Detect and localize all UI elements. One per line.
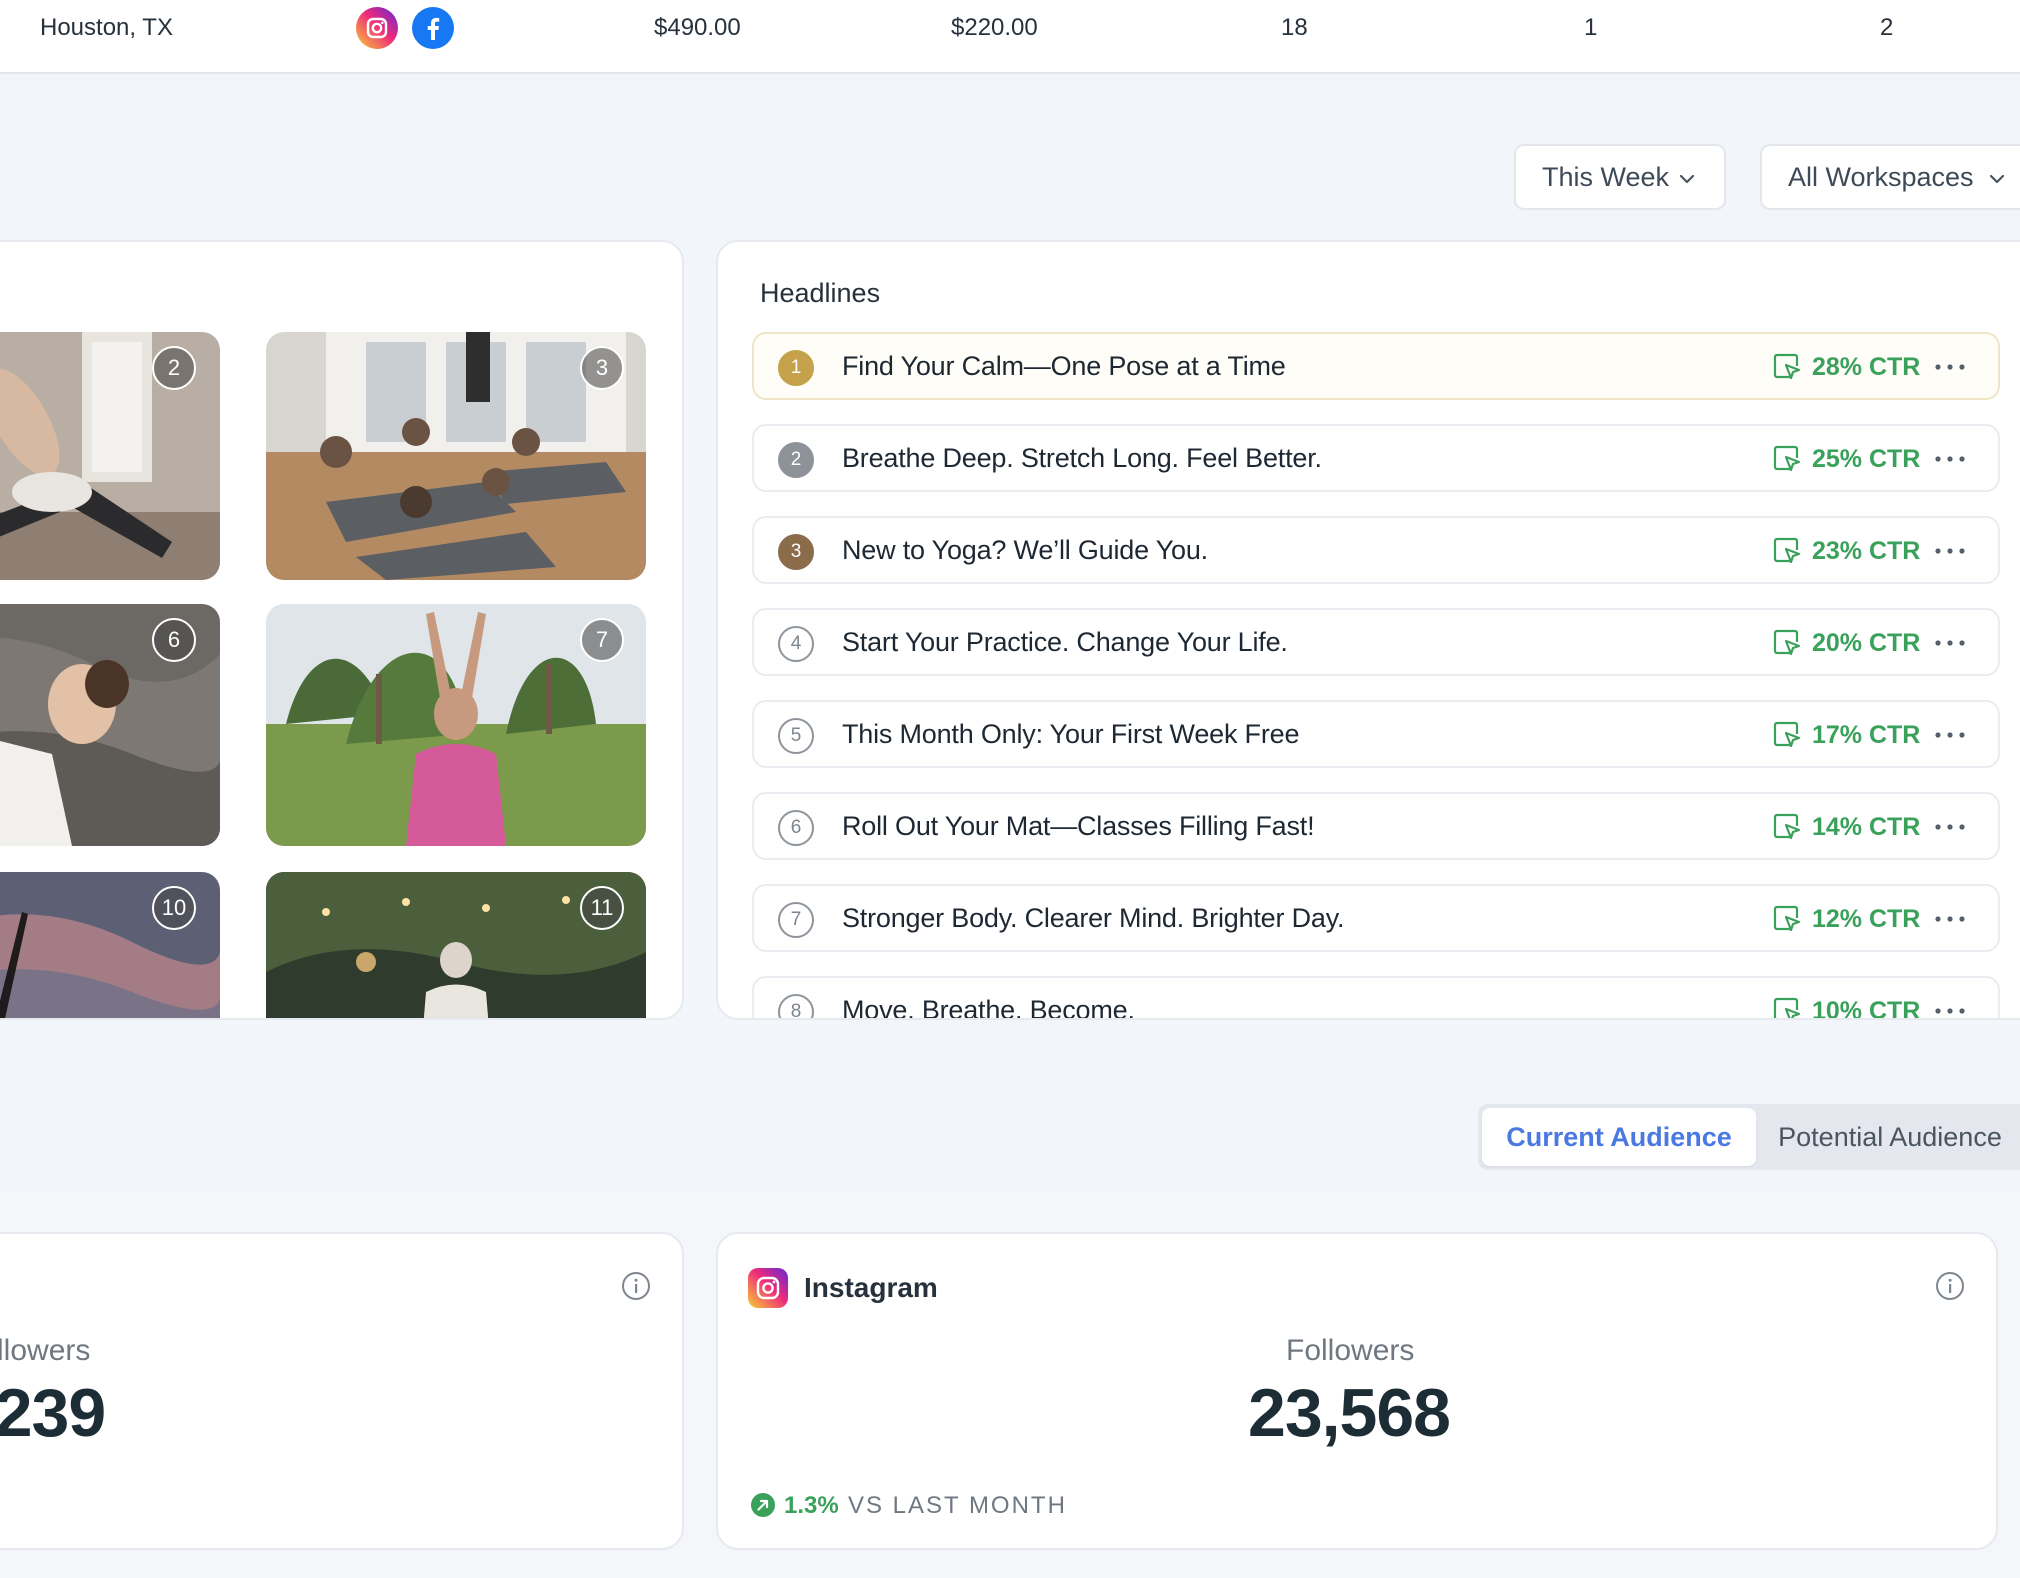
value-cell-1: $490.00 bbox=[654, 14, 741, 41]
info-icon[interactable] bbox=[1934, 1270, 1966, 1302]
info-icon[interactable] bbox=[620, 1270, 652, 1302]
followers-label: Followers bbox=[1286, 1334, 1415, 1367]
ad-image-7[interactable]: 7 bbox=[266, 604, 646, 846]
facebook-icon bbox=[412, 7, 454, 49]
image-rank-badge: 11 bbox=[580, 886, 624, 930]
image-rank-badge: 6 bbox=[152, 618, 196, 662]
click-cursor-icon bbox=[1773, 353, 1801, 380]
ctr-value: 10% CTR bbox=[1812, 997, 1921, 1020]
chevron-down-icon bbox=[1679, 174, 1695, 184]
trend-percentage: 1.3% bbox=[784, 1492, 839, 1519]
ad-image-11[interactable]: 11 bbox=[266, 872, 646, 1018]
count-cell-1: 18 bbox=[1281, 14, 1308, 41]
instagram-icon bbox=[748, 1268, 788, 1308]
potential-audience-tab[interactable]: Potential Audience bbox=[1760, 1104, 2020, 1170]
ctr-value: 12% CTR bbox=[1812, 905, 1921, 933]
more-options-icon[interactable] bbox=[1932, 720, 1968, 750]
ad-image-3[interactable]: 3 bbox=[266, 332, 646, 580]
headline-row[interactable]: 5 This Month Only: Your First Week Free … bbox=[752, 700, 2000, 768]
audience-toggle: Current Audience Potential Audience bbox=[1478, 1104, 2020, 1170]
followers-label: Followers bbox=[0, 1334, 91, 1367]
click-cursor-icon bbox=[1773, 997, 1801, 1018]
headline-text: New to Yoga? We’ll Guide You. bbox=[842, 535, 1208, 565]
image-grid-panel: 2 3 6 7 10 11 bbox=[0, 240, 684, 1020]
more-options-icon[interactable] bbox=[1932, 628, 1968, 658]
image-rank-badge: 10 bbox=[152, 886, 196, 930]
instagram-followers-card: Instagram Followers 23,568 1.3% VS LAST … bbox=[716, 1232, 1998, 1550]
image-rank-badge: 7 bbox=[580, 618, 624, 662]
ctr-value: 20% CTR bbox=[1812, 629, 1921, 657]
workspace-dropdown[interactable]: All Workspaces bbox=[1760, 144, 2020, 210]
click-cursor-icon bbox=[1773, 721, 1801, 748]
more-options-icon[interactable] bbox=[1932, 444, 1968, 474]
instagram-icon bbox=[356, 7, 398, 49]
ctr-value: 14% CTR bbox=[1812, 813, 1921, 841]
current-audience-tab[interactable]: Current Audience bbox=[1482, 1108, 1756, 1166]
headline-text: Breathe Deep. Stretch Long. Feel Better. bbox=[842, 443, 1322, 473]
headlines-title: Headlines bbox=[760, 278, 881, 308]
more-options-icon[interactable] bbox=[1932, 812, 1968, 842]
headlines-panel: Headlines 1 Find Your Calm—One Pose at a… bbox=[716, 240, 2020, 1020]
count-cell-2: 1 bbox=[1584, 14, 1598, 41]
click-cursor-icon bbox=[1773, 445, 1801, 472]
headline-text: Find Your Calm—One Pose at a Time bbox=[842, 351, 1286, 381]
ctr-value: 28% CTR bbox=[1812, 353, 1921, 381]
click-cursor-icon bbox=[1773, 905, 1801, 932]
table-row[interactable]: Houston, TX $490.00 $220.00 18 1 2 bbox=[0, 0, 2020, 74]
image-rank-badge: 2 bbox=[152, 346, 196, 390]
more-options-icon[interactable] bbox=[1932, 904, 1968, 934]
click-cursor-icon bbox=[1773, 629, 1801, 656]
ctr-value: 25% CTR bbox=[1812, 445, 1921, 473]
rank-badge: 4 bbox=[778, 626, 814, 662]
ad-image-6[interactable]: 6 bbox=[0, 604, 220, 846]
rank-badge: 6 bbox=[778, 810, 814, 846]
rank-badge: 3 bbox=[778, 534, 814, 570]
headline-row[interactable]: 7 Stronger Body. Clearer Mind. Brighter … bbox=[752, 884, 2000, 952]
headline-row[interactable]: 8 Move. Breathe. Become. 10% CTR bbox=[752, 976, 2000, 1020]
headline-text: Start Your Practice. Change Your Life. bbox=[842, 627, 1288, 657]
followers-card-left: Followers 8,239 bbox=[0, 1232, 684, 1550]
period-label: This Week bbox=[1542, 161, 1670, 192]
followers-count: 8,239 bbox=[0, 1375, 106, 1451]
ad-image-2[interactable]: 2 bbox=[0, 332, 220, 580]
trend-up-icon bbox=[751, 1493, 775, 1517]
platform-name: Instagram bbox=[804, 1272, 938, 1303]
headline-row[interactable]: 2 Breathe Deep. Stretch Long. Feel Bette… bbox=[752, 424, 2000, 492]
headline-row[interactable]: 6 Roll Out Your Mat—Classes Filling Fast… bbox=[752, 792, 2000, 860]
rank-badge: 2 bbox=[778, 442, 814, 478]
click-cursor-icon bbox=[1773, 537, 1801, 564]
chevron-down-icon bbox=[1989, 174, 2005, 184]
headline-row[interactable]: 3 New to Yoga? We’ll Guide You. 23% CTR bbox=[752, 516, 2000, 584]
image-rank-badge: 3 bbox=[580, 346, 624, 390]
headline-row[interactable]: 1 Find Your Calm—One Pose at a Time 28% … bbox=[752, 332, 2000, 400]
headline-text: This Month Only: Your First Week Free bbox=[842, 719, 1300, 749]
click-cursor-icon bbox=[1773, 813, 1801, 840]
followers-count: 23,568 bbox=[1248, 1375, 1451, 1451]
rank-badge: 5 bbox=[778, 718, 814, 754]
count-cell-3: 2 bbox=[1880, 14, 1894, 41]
ad-image-10[interactable]: 10 bbox=[0, 872, 220, 1018]
rank-badge: 8 bbox=[778, 994, 814, 1018]
ctr-value: 17% CTR bbox=[1812, 721, 1921, 749]
rank-badge: 1 bbox=[778, 350, 814, 386]
headline-row[interactable]: 4 Start Your Practice. Change Your Life.… bbox=[752, 608, 2000, 676]
more-options-icon[interactable] bbox=[1932, 536, 1968, 566]
headline-text: Move. Breathe. Become. bbox=[842, 995, 1135, 1020]
rank-badge: 7 bbox=[778, 902, 814, 938]
headline-text: Roll Out Your Mat—Classes Filling Fast! bbox=[842, 811, 1315, 841]
trend-comparison-label: VS LAST MONTH bbox=[848, 1492, 1067, 1519]
more-options-icon[interactable] bbox=[1932, 996, 1968, 1020]
period-dropdown[interactable]: This Week bbox=[1514, 144, 1726, 210]
more-options-icon[interactable] bbox=[1932, 352, 1968, 382]
headline-text: Stronger Body. Clearer Mind. Brighter Da… bbox=[842, 903, 1345, 933]
value-cell-2: $220.00 bbox=[951, 14, 1038, 41]
location-cell: Houston, TX bbox=[40, 14, 173, 41]
workspace-label: All Workspaces bbox=[1788, 161, 1974, 192]
ctr-value: 23% CTR bbox=[1812, 537, 1921, 565]
